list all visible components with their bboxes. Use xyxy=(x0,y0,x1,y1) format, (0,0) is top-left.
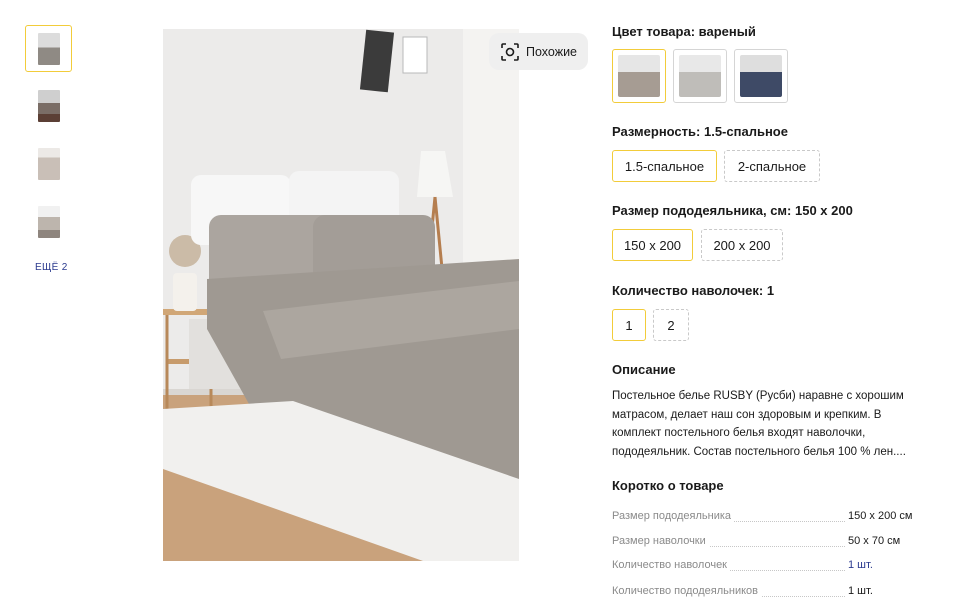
color-value: вареный xyxy=(698,24,756,39)
size-value: 1.5-спальное xyxy=(703,124,788,139)
color-swatch-2[interactable] xyxy=(673,49,727,103)
pillow-count-heading: Количество наволочек: 1 xyxy=(612,283,774,298)
description-title: Описание xyxy=(612,362,676,377)
spec-key: Размер наволочки xyxy=(612,535,709,547)
size-option-2[interactable]: 2-спальное xyxy=(724,150,820,182)
pillow-option-1[interactable]: 1 xyxy=(612,309,646,341)
similar-label: Похожие xyxy=(525,44,577,59)
spec-key: Количество пододеяльников xyxy=(612,585,762,597)
color-swatch-1[interactable] xyxy=(612,49,666,103)
more-photos-link[interactable]: ЕЩЁ 2 xyxy=(35,262,68,273)
product-main-image[interactable] xyxy=(163,29,519,561)
color-label: Цвет товара: xyxy=(612,24,696,39)
spec-row: Количество наволочек 1 шт. xyxy=(612,559,917,575)
duvet-size-label: Размер пододеяльника, см: xyxy=(612,203,792,218)
spec-value: 150 x 200 см xyxy=(848,510,913,522)
thumbnail-1[interactable] xyxy=(25,25,72,72)
spec-key: Размер пододеяльника xyxy=(612,510,735,522)
color-heading: Цвет товара: вареный xyxy=(612,24,756,39)
duvet-size-value: 150 x 200 xyxy=(795,203,853,218)
description-text: Постельное белье RUSBY (Русби) наравне с… xyxy=(612,390,906,458)
bedroom-photo xyxy=(163,29,519,561)
color-swatch-3[interactable] xyxy=(734,49,788,103)
size-label: Размерность: xyxy=(612,124,701,139)
duvet-size-heading: Размер пододеяльника, см: 150 x 200 xyxy=(612,203,853,218)
thumbnail-3[interactable] xyxy=(25,140,72,187)
duvet-option-2[interactable]: 200 x 200 xyxy=(701,229,783,261)
size-option-1[interactable]: 1.5-спальное xyxy=(612,150,717,182)
spec-key: Количество наволочек xyxy=(612,559,730,571)
thumbnail-2[interactable] xyxy=(25,82,72,129)
spec-row: Количество пододеяльников 1 шт. xyxy=(612,585,917,601)
size-heading: Размерность: 1.5-спальное xyxy=(612,124,788,139)
pillow-count-value: 1 xyxy=(766,283,775,298)
brief-title: Коротко о товаре xyxy=(612,478,724,493)
spec-value: 50 x 70 см xyxy=(848,535,901,547)
spec-value-link[interactable]: 1 шт. xyxy=(848,559,873,571)
spec-row: Размер пододеяльника 150 x 200 см xyxy=(612,510,917,526)
duvet-option-1[interactable]: 150 x 200 xyxy=(612,229,693,261)
spec-row: Размер наволочки 50 x 70 см xyxy=(612,535,917,551)
camera-search-icon xyxy=(501,42,519,61)
pillow-option-2[interactable]: 2 xyxy=(653,309,689,341)
similar-products-button[interactable]: Похожие xyxy=(489,33,588,70)
pillow-count-label: Количество наволочек: xyxy=(612,283,764,298)
spec-value: 1 шт. xyxy=(848,585,873,597)
thumbnail-4[interactable] xyxy=(25,198,72,245)
